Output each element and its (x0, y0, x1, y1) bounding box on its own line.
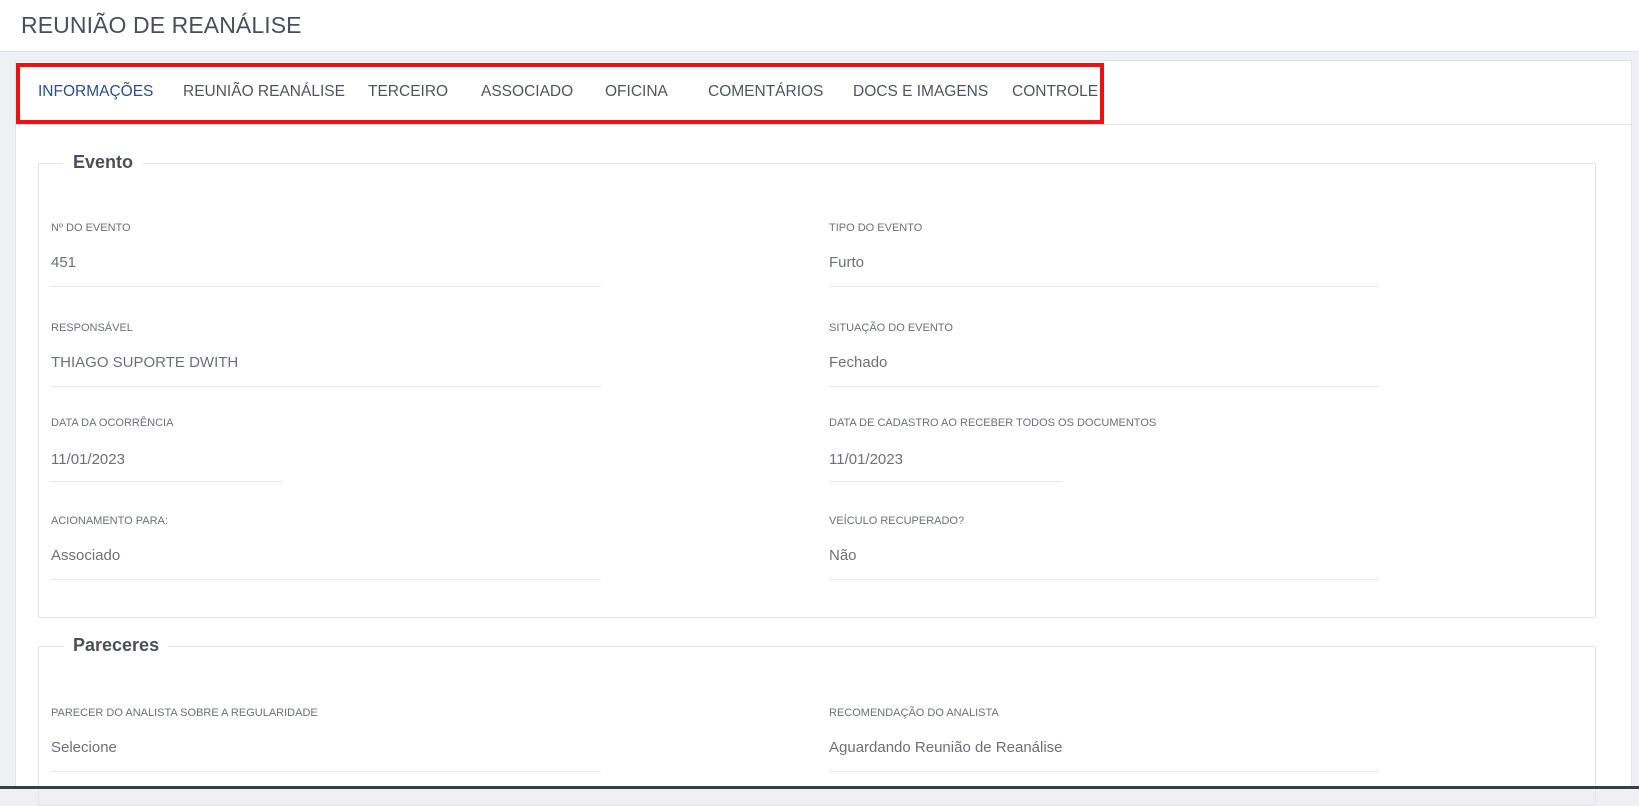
field-underline (51, 579, 601, 580)
field-underline (51, 771, 601, 772)
recomendacao-analista-value[interactable]: Aguardando Reunião de Reanálise (829, 739, 1063, 756)
field-underline (51, 386, 601, 387)
content-card: INFORMAÇÕES REUNIÃO REANÁLISE TERCEIRO A… (15, 60, 1632, 806)
field-tipo-evento: TIPO DO EVENTO Furto (829, 222, 1379, 287)
responsavel-label: RESPONSÁVEL (51, 322, 133, 334)
evento-panel: Evento Nº DO EVENTO 451 TIPO DO EVENTO F… (38, 152, 1596, 618)
tab-oficina[interactable]: OFICINA (605, 83, 668, 101)
situacao-evento-value[interactable]: Fechado (829, 354, 887, 371)
recomendacao-analista-label: RECOMENDAÇÃO DO ANALISTA (829, 707, 999, 719)
page-title: REUNIÃO DE REANÁLISE (21, 12, 302, 38)
tab-informacoes[interactable]: INFORMAÇÕES (38, 83, 153, 101)
field-underline (51, 481, 283, 482)
field-parecer-analista: PARECER DO ANALISTA SOBRE A REGULARIDADE… (51, 707, 601, 772)
field-data-cadastro: DATA DE CADASTRO AO RECEBER TODOS OS DOC… (829, 417, 1157, 482)
parecer-analista-select[interactable]: Selecione (51, 739, 117, 756)
page-header: REUNIÃO DE REANÁLISE (0, 0, 1639, 52)
field-numero-evento: Nº DO EVENTO 451 (51, 222, 601, 287)
acionamento-label: ACIONAMENTO PARA: (51, 515, 168, 527)
field-recomendacao-analista: RECOMENDAÇÃO DO ANALISTA Aguardando Reun… (829, 707, 1379, 772)
acionamento-value[interactable]: Associado (51, 547, 120, 564)
veiculo-recuperado-value[interactable]: Não (829, 547, 857, 564)
field-data-ocorrencia: DATA DA OCORRÊNCIA 11/01/2023 (51, 417, 283, 482)
parecer-analista-label: PARECER DO ANALISTA SOBRE A REGULARIDADE (51, 707, 318, 719)
responsavel-value[interactable]: THIAGO SUPORTE DWITH (51, 354, 238, 371)
field-underline (829, 481, 1061, 482)
field-responsavel: RESPONSÁVEL THIAGO SUPORTE DWITH (51, 322, 601, 387)
active-tab-indicator (18, 121, 158, 124)
pareceres-panel: Pareceres PARECER DO ANALISTA SOBRE A RE… (38, 635, 1596, 806)
field-situacao-evento: SITUAÇÃO DO EVENTO Fechado (829, 322, 1379, 387)
tab-associado[interactable]: ASSOCIADO (481, 83, 573, 101)
tab-comentarios[interactable]: COMENTÁRIOS (708, 83, 823, 101)
evento-legend: Evento (63, 152, 144, 173)
data-ocorrencia-label: DATA DA OCORRÊNCIA (51, 417, 174, 429)
data-ocorrencia-value[interactable]: 11/01/2023 (51, 451, 125, 468)
tab-reuniao-reanalise[interactable]: REUNIÃO REANÁLISE (183, 83, 345, 101)
tab-docs-e-imagens[interactable]: DOCS E IMAGENS (853, 83, 988, 101)
numero-evento-value[interactable]: 451 (51, 254, 76, 271)
tipo-evento-label: TIPO DO EVENTO (829, 222, 923, 234)
data-cadastro-value[interactable]: 11/01/2023 (829, 451, 903, 468)
field-underline (829, 579, 1379, 580)
situacao-evento-label: SITUAÇÃO DO EVENTO (829, 322, 953, 334)
tab-bar: INFORMAÇÕES REUNIÃO REANÁLISE TERCEIRO A… (16, 61, 1631, 125)
field-underline (51, 286, 601, 287)
tab-controle[interactable]: CONTROLE (1012, 83, 1098, 101)
field-underline (829, 286, 1379, 287)
tab-terceiro[interactable]: TERCEIRO (368, 83, 448, 101)
numero-evento-label: Nº DO EVENTO (51, 222, 131, 234)
veiculo-recuperado-label: VEÍCULO RECUPERADO? (829, 515, 965, 527)
field-underline (829, 771, 1379, 772)
field-veiculo-recuperado: VEÍCULO RECUPERADO? Não (829, 515, 1379, 580)
field-underline (829, 386, 1379, 387)
pareceres-legend: Pareceres (63, 635, 170, 656)
data-cadastro-label: DATA DE CADASTRO AO RECEBER TODOS OS DOC… (829, 417, 1157, 429)
tipo-evento-value[interactable]: Furto (829, 254, 864, 271)
field-acionamento: ACIONAMENTO PARA: Associado (51, 515, 601, 580)
